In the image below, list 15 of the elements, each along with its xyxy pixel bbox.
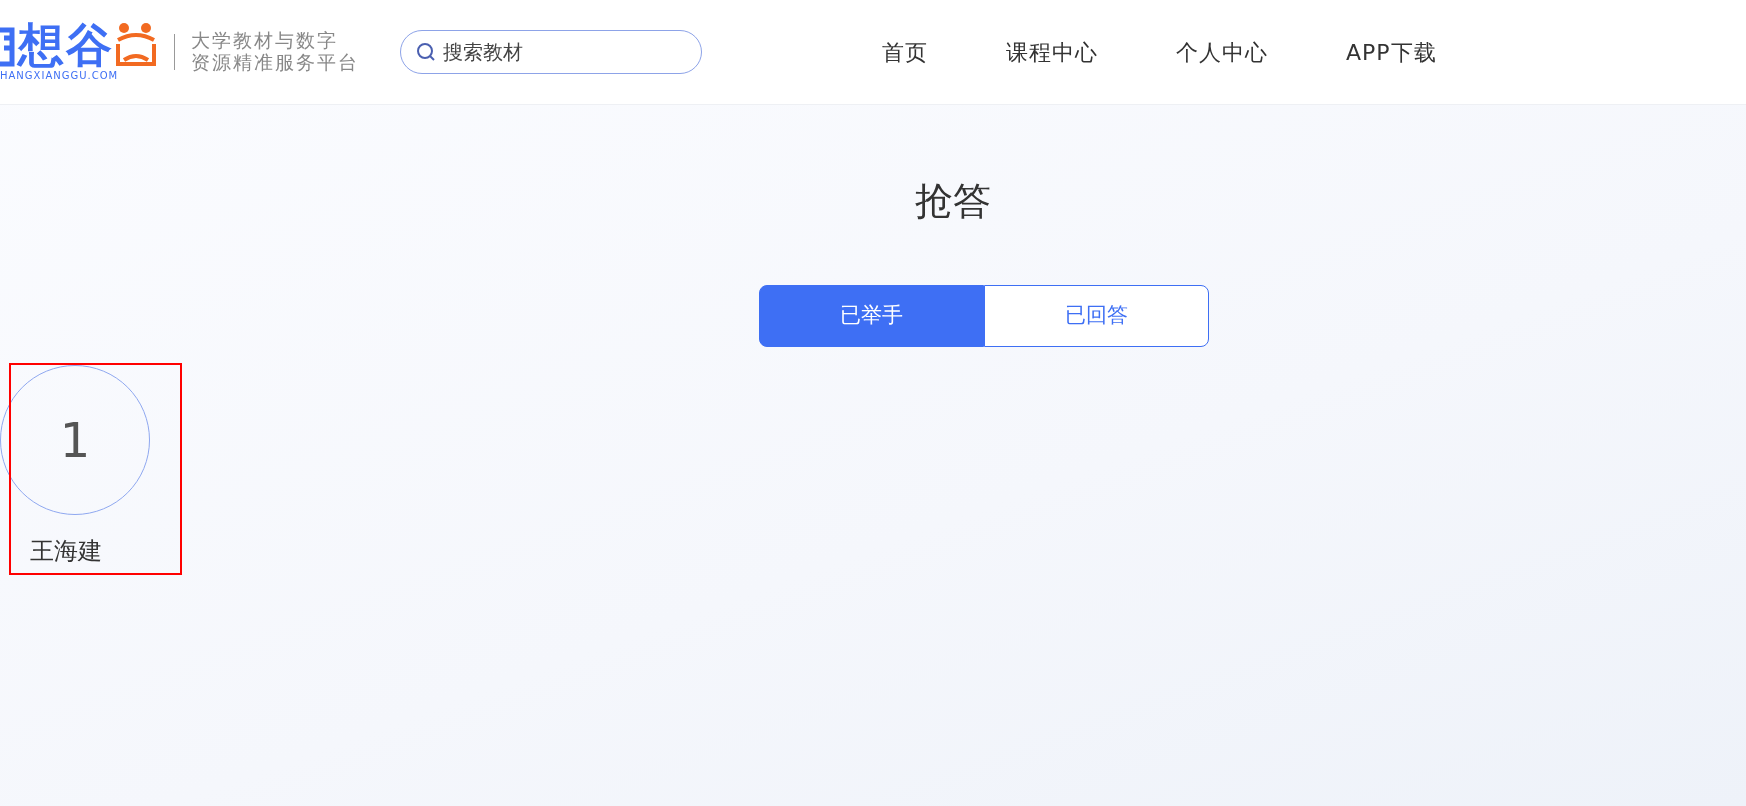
page-title: 抢答 [915,178,991,225]
student-name: 王海建 [30,536,102,567]
search-icon [416,42,436,62]
logo-book-icon [114,21,158,68]
logo-text: 想谷 [18,21,114,68]
tab[interactable]: 已回答 [984,285,1209,347]
nav-link[interactable]: APP下载 [1346,35,1437,69]
tab[interactable]: 已举手 [759,285,984,347]
nav-link[interactable]: 个人中心 [1176,35,1268,69]
slogan-text: 资源精准服务平台 [191,52,359,74]
nav-link[interactable]: 首页 [882,35,928,69]
search-field[interactable]: 搜索教材 [400,30,702,74]
logo-domain: HANGXIANGGU.COM [0,68,120,83]
nav-link[interactable]: 课程中心 [1006,35,1098,69]
slogan-text: 大学教材与数字 [191,30,339,52]
